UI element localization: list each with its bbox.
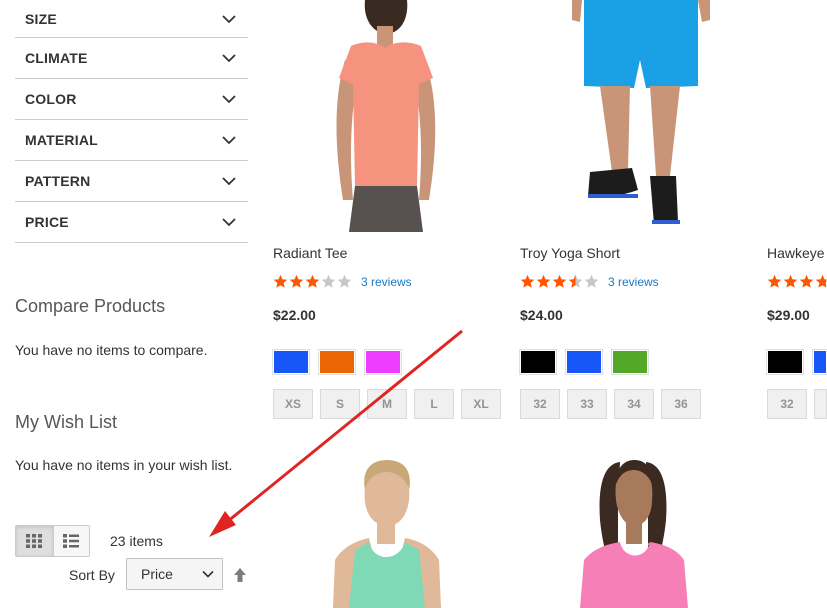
size-swatch[interactable]: 32 (520, 389, 560, 419)
color-swatch[interactable] (318, 349, 356, 375)
product-rating (767, 274, 827, 289)
color-swatch[interactable] (766, 349, 804, 375)
star-icon (520, 274, 535, 288)
reviews-link[interactable]: 3 reviews (361, 275, 412, 289)
star-icon (552, 274, 567, 288)
filter-label: PRICE (25, 214, 69, 230)
filter-pattern[interactable]: PATTERN (15, 161, 248, 202)
items-count: 23 items (110, 533, 163, 549)
star-icon (536, 274, 551, 288)
list-view-button[interactable] (52, 526, 89, 556)
size-swatch[interactable]: 32 (767, 389, 807, 419)
size-swatch[interactable]: 36 (661, 389, 701, 419)
grid-icon (26, 534, 43, 548)
chevron-down-icon (222, 218, 236, 227)
filter-list: SIZE CLIMATE COLOR MATERIAL PATTERN PRIC… (15, 0, 248, 243)
filter-label: MATERIAL (25, 132, 98, 148)
product-name[interactable]: Hawkeye (767, 245, 825, 261)
compare-title: Compare Products (15, 296, 166, 316)
color-swatch[interactable] (565, 349, 603, 375)
size-swatch[interactable]: 34 (614, 389, 654, 419)
sort-by-select[interactable]: Price (126, 558, 223, 590)
filter-size[interactable]: SIZE (15, 0, 248, 38)
star-icon (305, 274, 320, 288)
filter-label: COLOR (25, 91, 77, 107)
color-swatch[interactable] (611, 349, 649, 375)
product-price: $24.00 (520, 307, 563, 323)
star-icon (767, 274, 782, 288)
size-swatch[interactable]: L (414, 389, 454, 419)
color-swatch[interactable] (272, 349, 310, 375)
color-swatch[interactable] (519, 349, 557, 375)
size-swatch[interactable]: 33 (567, 389, 607, 419)
product-photo (520, 0, 748, 232)
filter-label: PATTERN (25, 173, 91, 189)
product-image[interactable] (520, 0, 748, 232)
star-icon (321, 274, 336, 288)
rating-stars (767, 274, 827, 289)
compare-empty-text: You have no items to compare. (15, 342, 208, 358)
star-icon (783, 274, 798, 288)
star-icon (273, 274, 288, 288)
arrow-up-icon[interactable] (232, 567, 248, 583)
product-image[interactable] (520, 450, 748, 608)
product-price: $22.00 (273, 307, 316, 323)
product-name[interactable]: Radiant Tee (273, 245, 347, 261)
chevron-down-icon (222, 136, 236, 145)
star-icon (289, 274, 304, 288)
size-swatch[interactable]: XL (461, 389, 501, 419)
product-photo (520, 450, 748, 608)
size-swatch[interactable]: M (367, 389, 407, 419)
chevron-down-icon (222, 177, 236, 186)
filter-label: SIZE (25, 10, 57, 27)
chevron-down-icon (222, 14, 236, 23)
list-icon (63, 534, 80, 548)
wishlist-empty-text: You have no items in your wish list. (15, 457, 233, 473)
size-swatch[interactable] (814, 389, 827, 419)
sort-by-label: Sort By (69, 567, 115, 583)
color-swatch[interactable] (812, 349, 827, 375)
star-icon (584, 274, 599, 288)
product-image[interactable] (273, 450, 501, 608)
product-rating: 3 reviews (520, 274, 659, 289)
star-icon (337, 274, 352, 288)
product-price: $29.00 (767, 307, 810, 323)
grid-view-button[interactable] (16, 526, 53, 556)
product-name[interactable]: Troy Yoga Short (520, 245, 620, 261)
filter-price[interactable]: PRICE (15, 202, 248, 243)
star-icon (815, 274, 827, 288)
chevron-down-icon (222, 54, 236, 63)
rating-stars (520, 274, 600, 289)
filter-climate[interactable]: CLIMATE (15, 38, 248, 79)
star-icon (568, 274, 583, 288)
wishlist-title: My Wish List (15, 412, 118, 432)
filter-material[interactable]: MATERIAL (15, 120, 248, 161)
product-rating: 3 reviews (273, 274, 412, 289)
reviews-link[interactable]: 3 reviews (608, 275, 659, 289)
color-swatch[interactable] (364, 349, 402, 375)
size-swatch[interactable]: S (320, 389, 360, 419)
chevron-down-icon (222, 95, 236, 104)
view-mode-switch (15, 525, 90, 557)
sort-by-value: Price (141, 566, 173, 582)
chevron-down-icon (202, 570, 214, 578)
product-photo (273, 450, 501, 608)
filter-label: CLIMATE (25, 50, 88, 66)
star-icon (799, 274, 814, 288)
filter-color[interactable]: COLOR (15, 79, 248, 120)
product-photo (273, 0, 501, 232)
product-image[interactable] (273, 0, 501, 232)
rating-stars (273, 274, 353, 289)
size-swatch[interactable]: XS (273, 389, 313, 419)
